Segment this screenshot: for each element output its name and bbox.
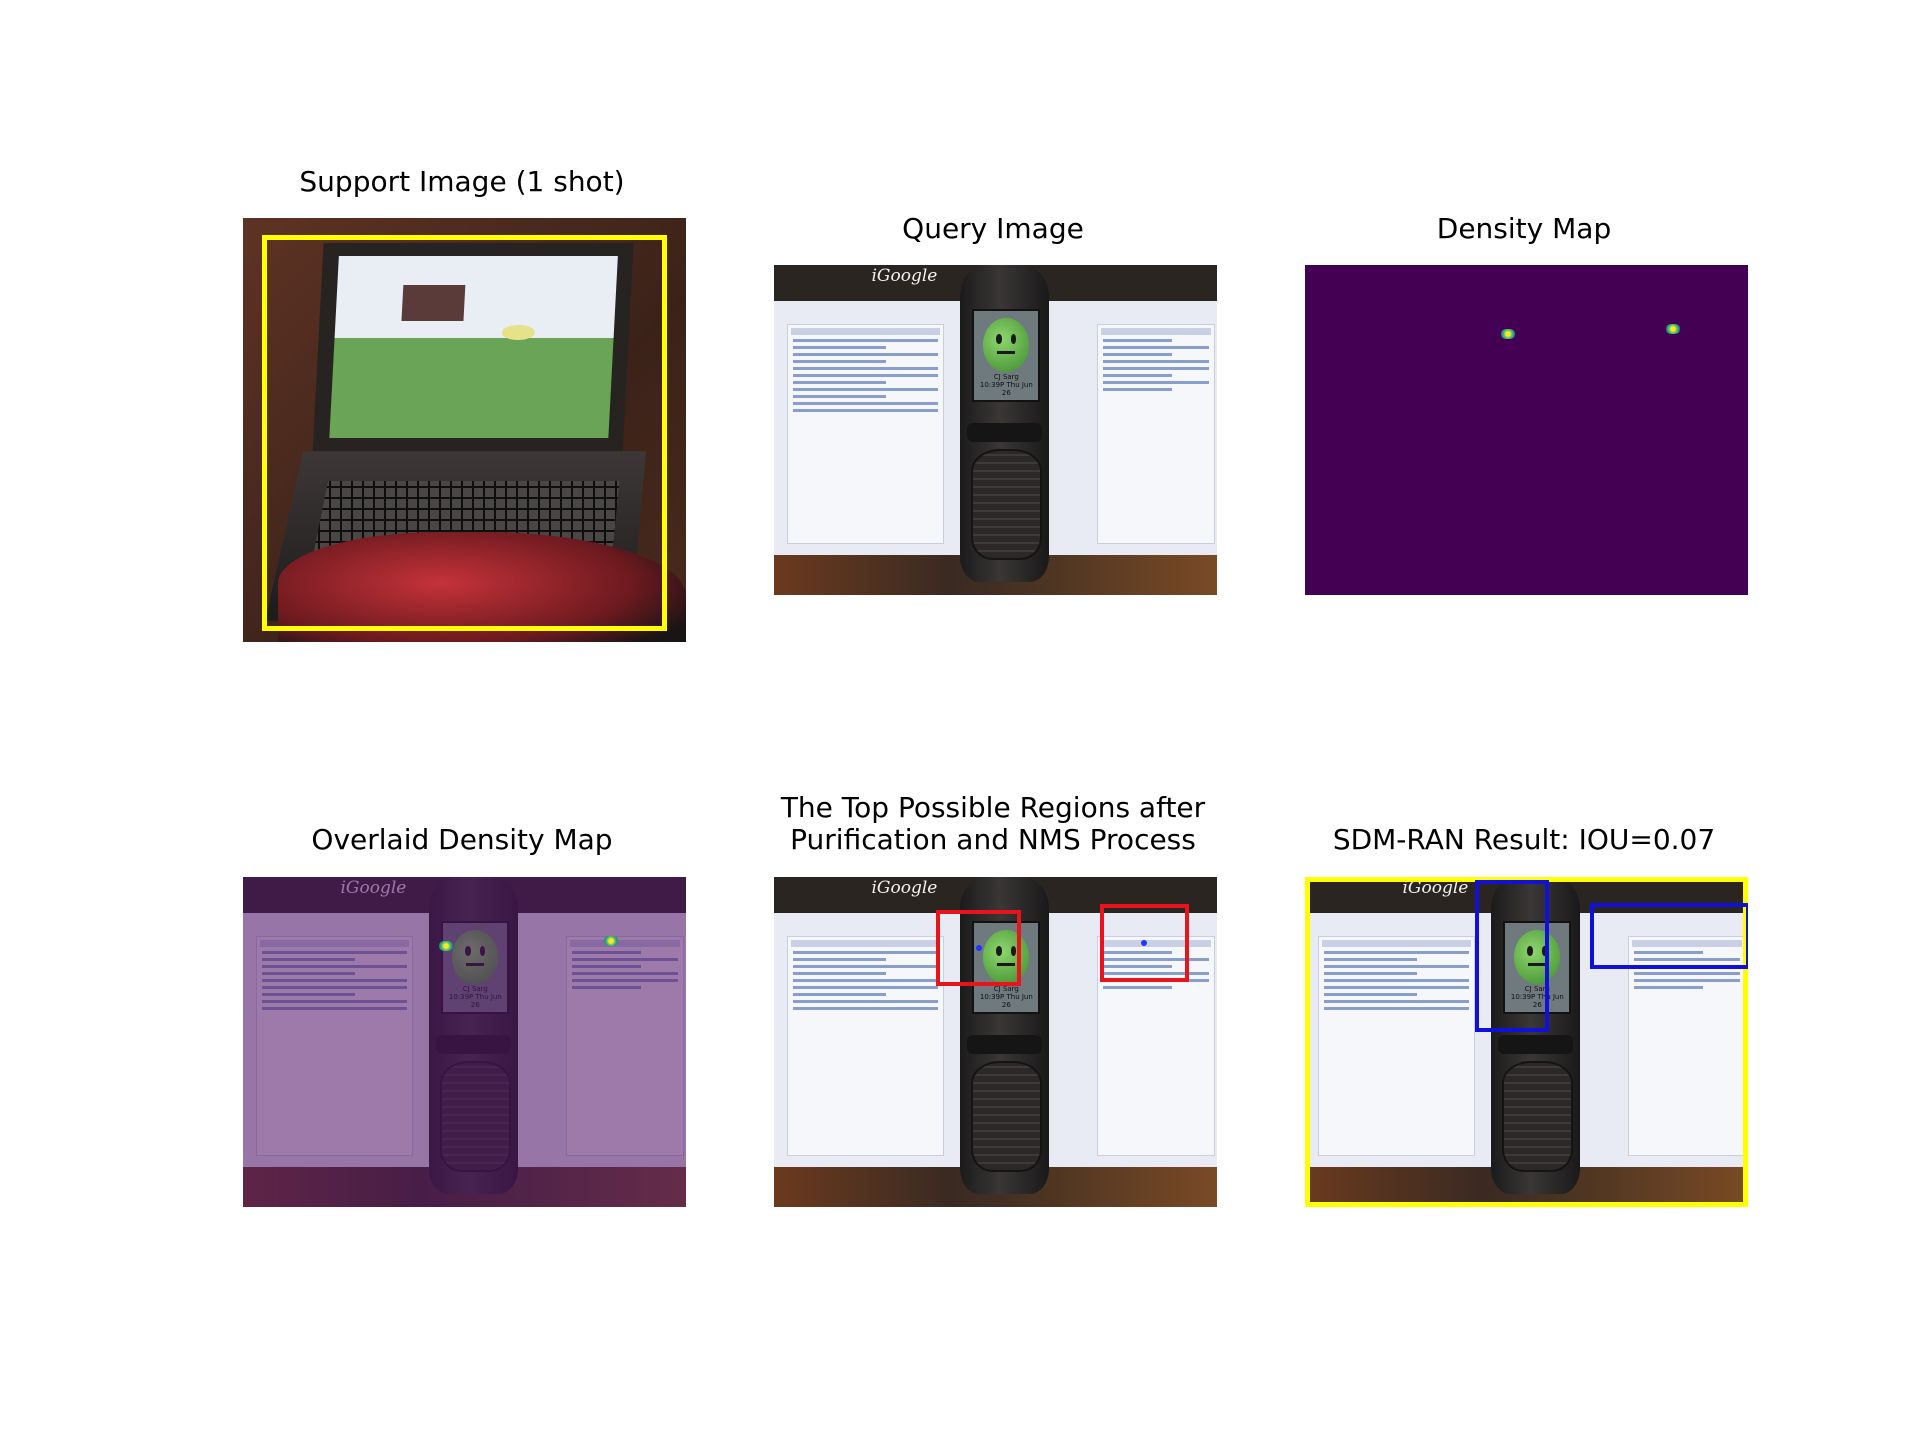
density-overlay-tint bbox=[243, 877, 686, 1207]
result-panel: iGoogle CJ Sarg 10:39P Thu Jun 26 bbox=[1305, 877, 1748, 1207]
phone-caption: CJ Sarg10:39P Thu Jun 26 bbox=[979, 372, 1033, 397]
candidate-center-dot bbox=[976, 945, 982, 951]
flip-phone: CJ Sarg10:39P Thu Jun 26 bbox=[960, 265, 1049, 582]
support-annotation-box bbox=[262, 235, 667, 631]
support-image-panel bbox=[243, 218, 686, 642]
igoogle-logo: iGoogle bbox=[871, 265, 938, 286]
right-column bbox=[1097, 324, 1215, 545]
left-column bbox=[787, 936, 945, 1157]
predicted-box bbox=[1590, 903, 1748, 969]
density-map-panel bbox=[1305, 265, 1748, 595]
title-top-regions-line1: The Top Possible Regions after bbox=[780, 791, 1206, 824]
top-regions-panel: iGoogle CJ Sarg 10:39P Thu Jun 26 bbox=[774, 877, 1217, 1207]
title-support-image: Support Image (1 shot) bbox=[299, 165, 625, 198]
density-peak bbox=[1501, 329, 1515, 339]
density-peak bbox=[1666, 324, 1680, 334]
phone-keypad bbox=[970, 1060, 1042, 1173]
density-peak bbox=[439, 941, 453, 951]
candidate-center-dot bbox=[1141, 940, 1147, 946]
phone-hinge bbox=[967, 1035, 1042, 1055]
density-peak bbox=[604, 936, 618, 946]
title-overlaid-density-map: Overlaid Density Map bbox=[311, 823, 613, 856]
smiley-face bbox=[983, 318, 1030, 372]
query-image-panel: iGoogle CJ Sarg 10:39P Thu Jun 26 bbox=[774, 265, 1217, 595]
title-sdm-ran-result: SDM-RAN Result: IOU=0.07 bbox=[1332, 823, 1716, 856]
title-query-image: Query Image bbox=[902, 212, 1084, 245]
title-density-map: Density Map bbox=[1436, 212, 1612, 245]
predicted-box bbox=[1475, 880, 1549, 1032]
phone-caption: CJ Sarg10:39P Thu Jun 26 bbox=[979, 984, 1033, 1009]
phone-keypad bbox=[970, 448, 1042, 561]
igoogle-logo: iGoogle bbox=[871, 877, 938, 898]
left-column bbox=[787, 324, 945, 545]
title-top-regions-line2: Purification and NMS Process bbox=[790, 823, 1196, 856]
overlaid-density-panel: iGoogle CJ Sarg10:39P Thu Jun 26 bbox=[243, 877, 686, 1207]
query-scene: iGoogle CJ Sarg 10:39P Thu Jun 26 bbox=[774, 265, 1217, 595]
phone-lcd: CJ Sarg10:39P Thu Jun 26 bbox=[972, 309, 1041, 403]
phone-hinge bbox=[967, 423, 1042, 443]
